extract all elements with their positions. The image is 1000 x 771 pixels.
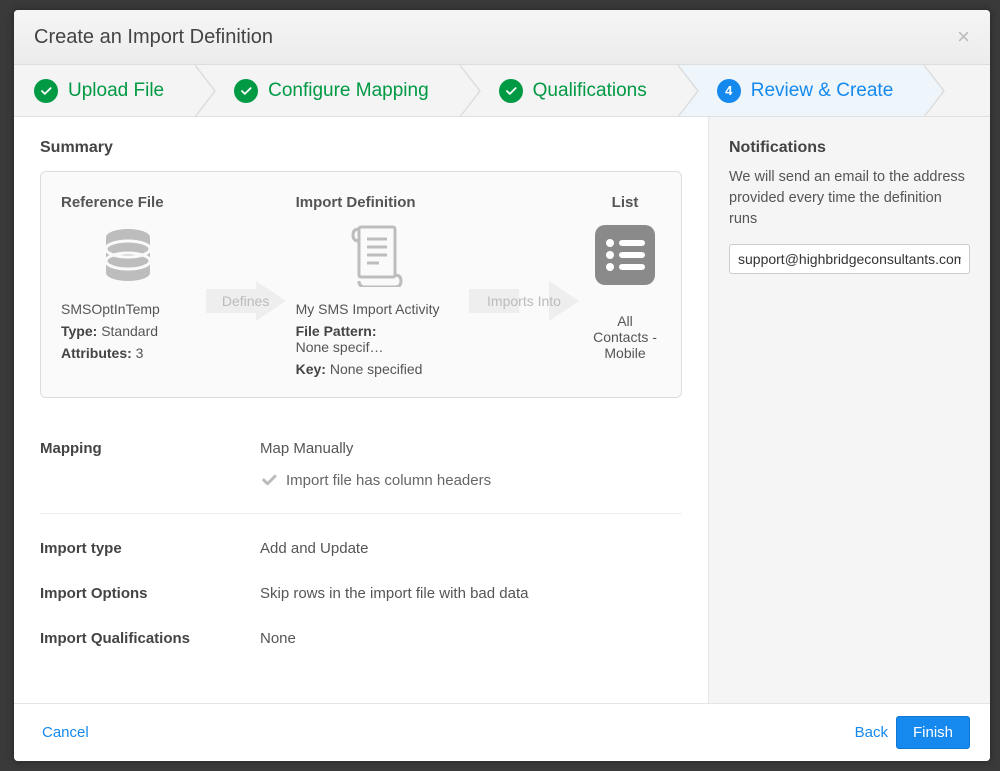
step-label: Configure Mapping	[268, 80, 429, 102]
import-options-row: Import Options Skip rows in the import f…	[40, 571, 682, 616]
mapping-row: Mapping Map Manually Import file has col…	[40, 426, 682, 503]
database-icon	[92, 219, 164, 291]
check-icon	[234, 79, 258, 103]
summary-heading: Summary	[40, 139, 682, 157]
back-button[interactable]: Back	[847, 718, 896, 747]
check-icon	[34, 79, 58, 103]
import-options-value: Skip rows in the import file with bad da…	[260, 585, 682, 602]
import-type-label: Import type	[40, 540, 260, 557]
close-icon[interactable]: ×	[957, 24, 970, 50]
reference-file-name: SMSOptInTemp	[61, 301, 160, 317]
import-qualifications-label: Import Qualifications	[40, 630, 260, 647]
reference-file-heading: Reference File	[61, 194, 164, 211]
import-definition-key: Key: None specified	[296, 361, 423, 377]
check-icon	[499, 79, 523, 103]
reference-file-type: Type: Standard	[61, 323, 158, 339]
import-definition-heading: Import Definition	[296, 194, 416, 211]
step-configure-mapping[interactable]: Configure Mapping	[194, 65, 459, 116]
main-panel: Summary Reference File SM	[14, 117, 708, 703]
document-scroll-icon	[341, 219, 413, 291]
modal-body: Summary Reference File SM	[14, 117, 990, 703]
step-label: Review & Create	[751, 80, 894, 102]
list-icon	[589, 219, 661, 291]
import-qualifications-row: Import Qualifications None	[40, 616, 682, 661]
summary-box: Reference File SMSOptInTemp Type: Standa…	[40, 171, 682, 398]
modal-header: Create an Import Definition ×	[14, 10, 990, 65]
step-label: Upload File	[68, 80, 164, 102]
import-type-row: Import type Add and Update	[40, 513, 682, 571]
modal-title: Create an Import Definition	[34, 26, 273, 49]
step-label: Qualifications	[533, 80, 647, 102]
modal-dialog: Create an Import Definition × Upload Fil…	[14, 10, 990, 761]
list-heading: List	[612, 194, 639, 211]
step-qualifications[interactable]: Qualifications	[459, 65, 677, 116]
import-definition-pattern: File Pattern: None specif…	[296, 323, 459, 355]
arrow-defines: Defines	[206, 194, 286, 377]
reference-file-attributes: Attributes: 3	[61, 345, 143, 361]
mapping-note: Import file has column headers	[260, 471, 682, 489]
import-qualifications-value: None	[260, 630, 682, 647]
import-type-value: Add and Update	[260, 540, 682, 557]
mapping-value: Map Manually Import file has column head…	[260, 440, 682, 489]
import-definition-column: Import Definition My SMS Import Activ	[296, 194, 459, 377]
check-icon	[260, 471, 278, 489]
arrow-imports-into: Imports Into	[469, 194, 579, 377]
notifications-text: We will send an email to the address pro…	[729, 167, 970, 230]
notifications-heading: Notifications	[729, 139, 970, 157]
wizard-steps: Upload File Configure Mapping Qualificat…	[14, 65, 990, 117]
notifications-panel: Notifications We will send an email to t…	[708, 117, 990, 703]
step-number-badge: 4	[717, 79, 741, 103]
mapping-label: Mapping	[40, 440, 260, 489]
import-definition-name: My SMS Import Activity	[296, 301, 440, 317]
list-name: All Contacts - Mobile	[589, 313, 661, 361]
notification-email-input[interactable]	[729, 244, 970, 274]
reference-file-column: Reference File SMSOptInTemp Type: Standa…	[61, 194, 196, 377]
cancel-button[interactable]: Cancel	[34, 718, 97, 747]
modal-footer: Cancel Back Finish	[14, 703, 990, 761]
details-section: Mapping Map Manually Import file has col…	[40, 426, 682, 661]
list-column: List All Contacts - Mobile	[589, 194, 661, 377]
step-review-create[interactable]: 4 Review & Create	[677, 65, 924, 116]
import-options-label: Import Options	[40, 585, 260, 602]
step-upload-file[interactable]: Upload File	[14, 65, 194, 116]
finish-button[interactable]: Finish	[896, 716, 970, 749]
